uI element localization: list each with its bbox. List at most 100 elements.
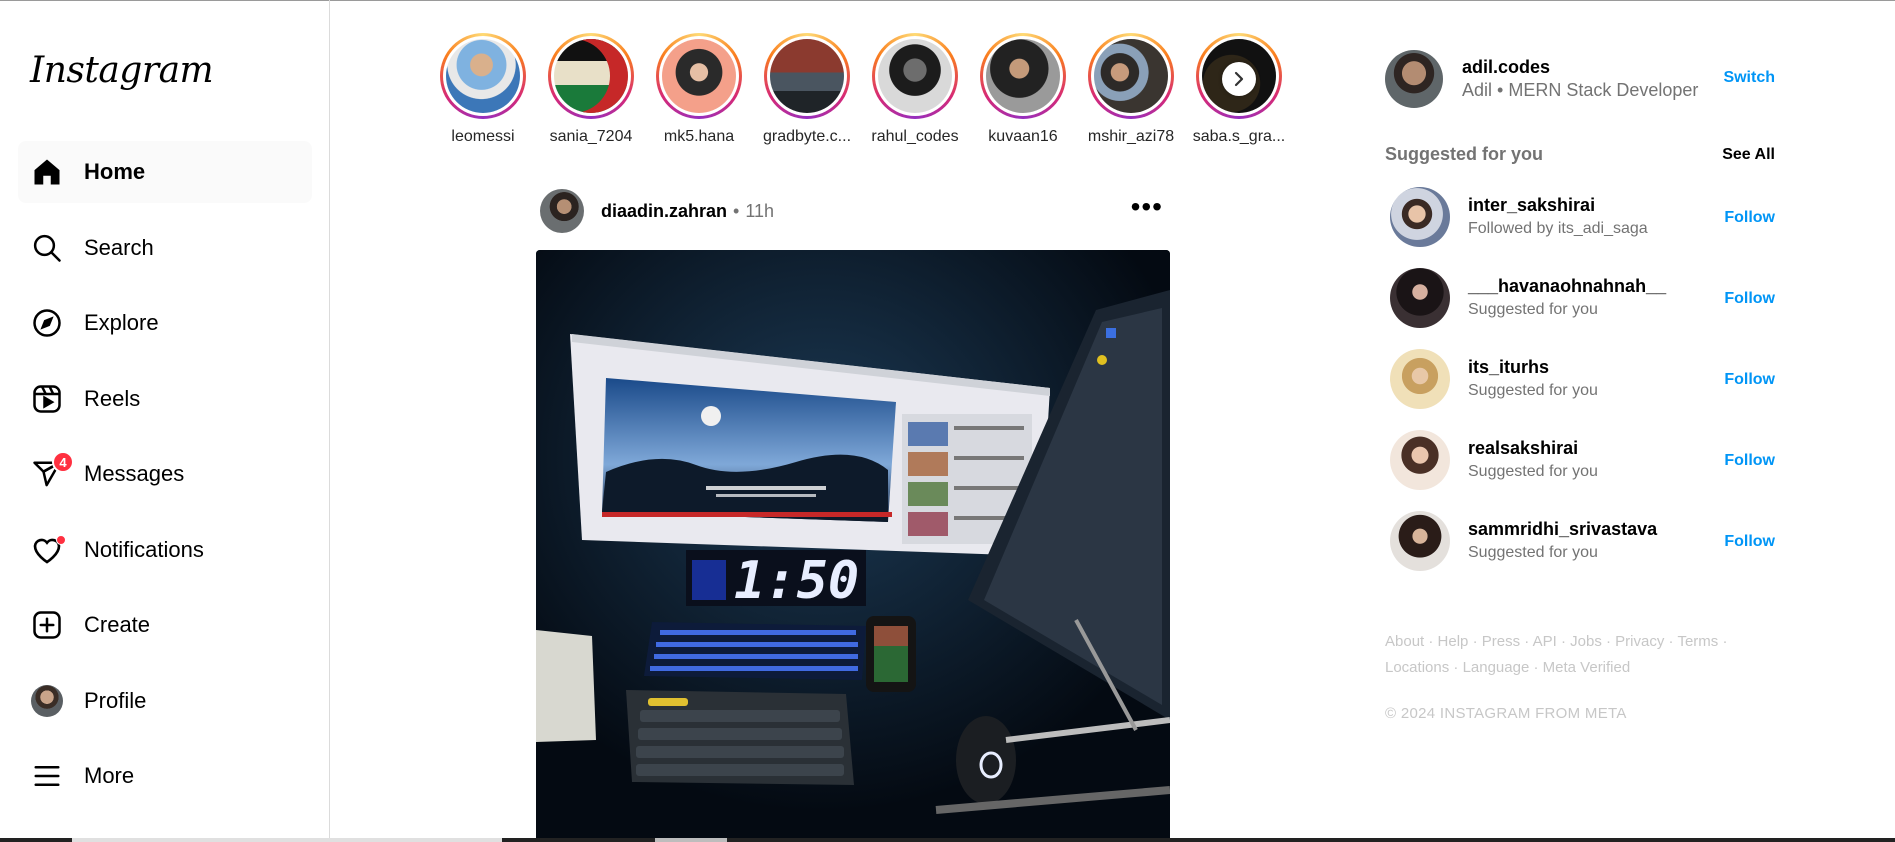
story-avatar bbox=[770, 39, 844, 113]
plus-square-icon bbox=[30, 608, 64, 642]
follow-button[interactable]: Follow bbox=[1724, 452, 1775, 470]
footer-link-privacy[interactable]: Privacy bbox=[1615, 633, 1664, 650]
footer-link-meta-verified[interactable]: Meta Verified bbox=[1543, 659, 1631, 676]
heart-icon bbox=[30, 533, 66, 567]
sidebar: Instagram Home Search Explore Reels 4 Me… bbox=[0, 0, 330, 842]
story-item[interactable]: sania_7204 bbox=[541, 33, 641, 146]
taskbar-strip bbox=[0, 838, 1895, 842]
nav-label-notifications: Notifications bbox=[84, 536, 204, 562]
footer-link-press[interactable]: Press bbox=[1482, 633, 1520, 650]
post-author-avatar[interactable] bbox=[540, 189, 584, 233]
search-icon bbox=[30, 231, 64, 265]
suggestion-avatar[interactable] bbox=[1390, 187, 1450, 247]
nav-item-messages[interactable]: 4 Messages bbox=[18, 443, 312, 505]
suggestion-avatar[interactable] bbox=[1390, 349, 1450, 409]
instagram-logo[interactable]: Instagram bbox=[30, 50, 214, 91]
nav-item-home[interactable]: Home bbox=[18, 141, 312, 203]
suggestion-username[interactable]: its_iturhs bbox=[1468, 357, 1549, 378]
footer-link-locations[interactable]: Locations bbox=[1385, 659, 1449, 676]
nav-label-home: Home bbox=[84, 159, 146, 184]
switch-account-button[interactable]: Switch bbox=[1723, 69, 1775, 87]
footer-link-terms[interactable]: Terms bbox=[1677, 633, 1718, 650]
post-image[interactable]: 1:50 bbox=[536, 250, 1170, 842]
chevron-right-icon bbox=[1234, 71, 1244, 87]
suggestion-item: its_iturhs Suggested for you Follow bbox=[1385, 349, 1775, 411]
suggestion-username[interactable]: inter_sakshirai bbox=[1468, 195, 1595, 216]
story-item[interactable]: kuvaan16 bbox=[973, 33, 1073, 146]
messenger-icon: 4 bbox=[30, 451, 74, 491]
see-all-button[interactable]: See All bbox=[1722, 146, 1775, 164]
story-username: kuvaan16 bbox=[988, 128, 1058, 145]
nav-label-messages: Messages bbox=[84, 461, 185, 486]
nav-item-notifications[interactable]: Notifications bbox=[18, 519, 312, 581]
post-separator: • bbox=[733, 200, 740, 221]
suggestion-item: inter_sakshirai Followed by its_adi_saga… bbox=[1385, 187, 1775, 249]
story-username: saba.s_gra... bbox=[1192, 128, 1286, 145]
messages-badge: 4 bbox=[52, 451, 74, 473]
suggestion-subtitle: Suggested for you bbox=[1468, 382, 1598, 399]
nav-item-profile[interactable]: Profile bbox=[18, 670, 312, 732]
suggestion-item: ___havanaohnahnah__ Suggested for you Fo… bbox=[1385, 268, 1775, 330]
suggestion-subtitle: Followed by its_adi_saga bbox=[1468, 220, 1648, 237]
story-item[interactable]: mshir_azi78 bbox=[1081, 33, 1181, 146]
footer-link-help[interactable]: Help bbox=[1438, 633, 1469, 650]
footer-link-language[interactable]: Language bbox=[1463, 659, 1530, 676]
suggestion-avatar[interactable] bbox=[1390, 268, 1450, 328]
current-account-avatar[interactable] bbox=[1385, 50, 1443, 108]
nav-label-create: Create bbox=[84, 612, 151, 637]
story-avatar bbox=[446, 39, 520, 113]
post-author-username[interactable]: diaadin.zahran bbox=[601, 201, 727, 222]
suggestion-subtitle: Suggested for you bbox=[1468, 463, 1598, 480]
suggestion-item: realsakshirai Suggested for you Follow bbox=[1385, 430, 1775, 492]
nav-item-explore[interactable]: Explore bbox=[18, 292, 312, 354]
stories-tray: leomessi sania_7204 mk5.hana gradbyte.c.… bbox=[433, 33, 1285, 153]
suggestions-header: Suggested for you See All bbox=[1385, 144, 1775, 165]
post-timestamp[interactable]: 11h bbox=[745, 201, 774, 222]
story-item[interactable]: gradbyte.c... bbox=[757, 33, 857, 146]
compass-icon bbox=[30, 306, 64, 340]
suggestion-username[interactable]: realsakshirai bbox=[1468, 438, 1578, 459]
suggestions-title: Suggested for you bbox=[1385, 144, 1544, 164]
footer-links: About · Help · Press · API · Jobs · Priv… bbox=[1385, 633, 1728, 676]
story-username: sania_7204 bbox=[549, 128, 633, 145]
nav-label-reels: Reels bbox=[84, 385, 141, 411]
follow-button[interactable]: Follow bbox=[1724, 533, 1775, 551]
nav-label-explore: Explore bbox=[84, 310, 159, 335]
footer-link-jobs[interactable]: Jobs bbox=[1570, 633, 1602, 650]
story-item[interactable]: rahul_codes bbox=[865, 33, 965, 146]
story-avatar bbox=[878, 39, 952, 113]
story-username: mk5.hana bbox=[663, 128, 735, 145]
nav-item-more[interactable]: More bbox=[18, 745, 312, 807]
profile-avatar bbox=[30, 684, 64, 718]
reels-icon bbox=[30, 382, 64, 416]
story-username: gradbyte.c... bbox=[762, 128, 852, 145]
story-avatar bbox=[662, 39, 736, 113]
story-username: rahul_codes bbox=[871, 128, 959, 145]
follow-button[interactable]: Follow bbox=[1724, 290, 1775, 308]
footer-link-about[interactable]: About bbox=[1385, 633, 1424, 650]
story-item[interactable]: leomessi bbox=[433, 33, 533, 146]
nav-item-reels[interactable]: Reels bbox=[18, 368, 312, 430]
nav-item-create[interactable]: Create bbox=[18, 594, 312, 656]
follow-button[interactable]: Follow bbox=[1724, 209, 1775, 227]
more-options-icon[interactable]: ••• bbox=[1131, 193, 1163, 221]
story-item[interactable]: mk5.hana bbox=[649, 33, 749, 146]
suggestion-avatar[interactable] bbox=[1390, 511, 1450, 571]
suggestion-username[interactable]: ___havanaohnahnah__ bbox=[1468, 276, 1666, 297]
footer-link-api[interactable]: API bbox=[1533, 633, 1557, 650]
suggestions-list: inter_sakshirai Followed by its_adi_saga… bbox=[1385, 187, 1775, 592]
sidebar-nav: Home Search Explore Reels 4 Messages Not… bbox=[18, 141, 312, 821]
stories-next-button[interactable] bbox=[1222, 62, 1256, 96]
story-username: mshir_azi78 bbox=[1087, 128, 1175, 145]
suggestion-subtitle: Suggested for you bbox=[1468, 301, 1598, 318]
nav-item-search[interactable]: Search bbox=[18, 217, 312, 279]
copyright: © 2024 INSTAGRAM FROM META bbox=[1385, 705, 1627, 722]
suggestion-avatar[interactable] bbox=[1390, 430, 1450, 490]
follow-button[interactable]: Follow bbox=[1724, 371, 1775, 389]
story-username: leomessi bbox=[451, 128, 515, 145]
story-avatar bbox=[1094, 39, 1168, 113]
current-account-username[interactable]: adil.codes bbox=[1462, 57, 1550, 78]
story-avatar bbox=[554, 39, 628, 113]
suggestion-username[interactable]: sammridhi_srivastava bbox=[1468, 519, 1657, 540]
suggestion-item: sammridhi_srivastava Suggested for you F… bbox=[1385, 511, 1775, 573]
